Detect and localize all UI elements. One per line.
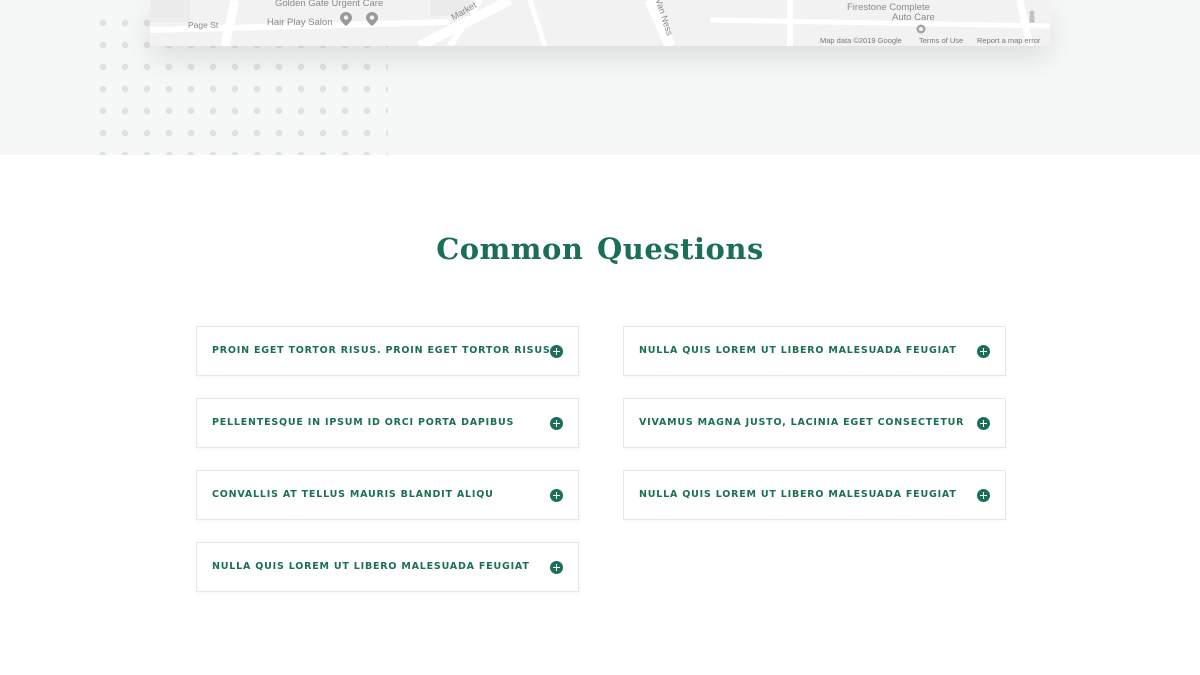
map-data-attribution: Map data ©2019 Google: [820, 36, 902, 45]
faq-question: PELLENTESQUE IN IPSUM ID ORCI PORTA DAPI…: [212, 417, 515, 428]
plus-circle-icon[interactable]: [550, 417, 563, 430]
plus-circle-icon[interactable]: [550, 489, 563, 502]
embedded-map[interactable]: Golden Gate Urgent Care Page St Hair Pla…: [150, 0, 1050, 46]
map-report-error-link[interactable]: Report a map error: [977, 36, 1040, 45]
plus-circle-icon[interactable]: [977, 489, 990, 502]
faq-item[interactable]: CONVALLIS AT TELLUS MAURIS BLANDIT ALIQU: [196, 470, 579, 520]
faq-item[interactable]: PELLENTESQUE IN IPSUM ID ORCI PORTA DAPI…: [196, 398, 579, 448]
faq-question: NULLA QUIS LOREM UT LIBERO MALESUADA FEU…: [212, 561, 530, 572]
faq-section: Common Questions PROIN EGET TORTOR RISUS…: [0, 155, 1200, 675]
faq-question: NULLA QUIS LOREM UT LIBERO MALESUADA FEU…: [639, 489, 957, 500]
faq-item[interactable]: PROIN EGET TORTOR RISUS. PROIN EGET TORT…: [196, 326, 579, 376]
faq-question: NULLA QUIS LOREM UT LIBERO MALESUADA FEU…: [639, 345, 957, 356]
map-label-salon: Hair Play Salon: [267, 17, 333, 28]
map-section: Golden Gate Urgent Care Page St Hair Pla…: [0, 0, 1200, 155]
faq-item[interactable]: VIVAMUS MAGNA JUSTO, LACINIA EGET CONSEC…: [623, 398, 1006, 448]
faq-question: VIVAMUS MAGNA JUSTO, LACINIA EGET CONSEC…: [639, 417, 965, 428]
plus-circle-icon[interactable]: [977, 345, 990, 358]
map-label-urgent-care: Golden Gate Urgent Care: [275, 0, 384, 9]
plus-circle-icon[interactable]: [977, 417, 990, 430]
faq-item[interactable]: NULLA QUIS LOREM UT LIBERO MALESUADA FEU…: [623, 470, 1006, 520]
pegman-icon[interactable]: [1028, 10, 1036, 24]
faq-item[interactable]: NULLA QUIS LOREM UT LIBERO MALESUADA FEU…: [196, 542, 579, 592]
section-title: Common Questions: [436, 232, 764, 266]
map-pin-icon[interactable]: [366, 12, 378, 26]
plus-circle-icon[interactable]: [550, 561, 563, 574]
faq-question: PROIN EGET TORTOR RISUS. PROIN EGET TORT…: [212, 345, 551, 356]
plus-circle-icon[interactable]: [550, 345, 563, 358]
map-pin-icon[interactable]: [340, 12, 352, 26]
map-label-auto-care: Auto Care: [892, 12, 935, 23]
auto-care-icon[interactable]: [916, 24, 926, 34]
faq-item[interactable]: NULLA QUIS LOREM UT LIBERO MALESUADA FEU…: [623, 326, 1006, 376]
map-label-page-st: Page St: [188, 20, 219, 30]
map-terms-link[interactable]: Terms of Use: [919, 36, 963, 45]
faq-question: CONVALLIS AT TELLUS MAURIS BLANDIT ALIQU: [212, 489, 494, 500]
